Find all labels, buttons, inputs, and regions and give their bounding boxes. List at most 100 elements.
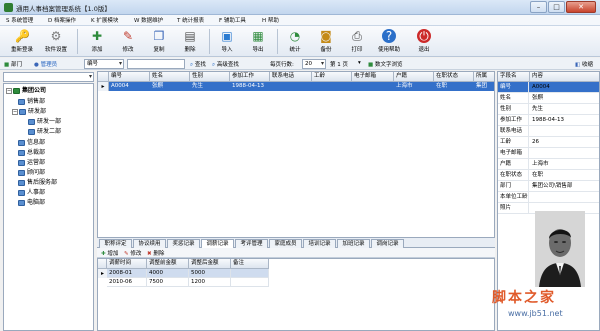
property-value[interactable]: 1988-04-13 <box>530 115 599 126</box>
property-value[interactable]: 上海市 <box>530 159 599 170</box>
salary-cell-date[interactable]: 2008-01 <box>107 269 147 278</box>
property-value[interactable]: 张麒 <box>530 93 599 104</box>
menu-help[interactable]: H 帮助 <box>262 16 279 24</box>
menu-tools[interactable]: F 辅助工具 <box>219 16 246 24</box>
cell-name[interactable]: 张麒 <box>150 82 190 91</box>
property-value[interactable] <box>530 148 599 159</box>
column-header[interactable]: 调薪时间 <box>107 259 147 269</box>
column-header[interactable]: 所属 <box>474 72 494 82</box>
menu-data[interactable]: W 数据维护 <box>134 16 163 24</box>
property-value[interactable]: 在职 <box>530 170 599 181</box>
property-row[interactable]: 在职状态 在职 <box>498 170 599 181</box>
relogin-button[interactable]: 🔑 重新登录 <box>5 28 39 55</box>
salary-cell-before[interactable]: 4000 <box>147 269 189 278</box>
tab-overtime[interactable]: 加班记录 <box>337 239 370 248</box>
salary-cell-after[interactable]: 1200 <box>189 278 231 287</box>
tab-title-review[interactable]: 职称评定 <box>99 239 132 248</box>
salary-cell-note[interactable] <box>231 278 269 287</box>
text-mode-button[interactable]: ■ 数文字浏览 <box>368 60 402 68</box>
column-header[interactable]: 编号 <box>109 72 150 82</box>
column-header[interactable]: 户籍 <box>394 72 434 82</box>
property-row[interactable]: 性别 先生 <box>498 104 599 115</box>
cell-phone[interactable] <box>270 82 312 91</box>
close-button[interactable]: ✕ <box>566 1 596 13</box>
property-value[interactable]: A0004 <box>530 82 599 93</box>
collapse-button[interactable]: ◧ 收缩 <box>575 60 593 68</box>
column-header[interactable]: 电子邮箱 <box>352 72 394 82</box>
property-value[interactable]: 先生 <box>530 104 599 115</box>
page-dropdown-icon[interactable]: ▾ <box>358 60 361 66</box>
cell-work-date[interactable]: 1988-04-13 <box>230 82 270 91</box>
property-value[interactable]: 26 <box>530 137 599 148</box>
tree-item-rnd[interactable]: − 研发部 <box>12 107 46 117</box>
cell-seniority[interactable] <box>312 82 352 91</box>
cell-domicile[interactable]: 上海市 <box>394 82 434 91</box>
export-button[interactable]: ▦ 导出 <box>241 28 275 55</box>
delete-button[interactable]: ▤ 删除 <box>173 28 207 55</box>
property-row[interactable]: 参加工作 1988-04-13 <box>498 115 599 126</box>
tree-item-rnd-2[interactable]: 研发二部 <box>28 127 61 137</box>
org-icon-label[interactable]: ■ 部门 <box>4 60 22 68</box>
tree-item-president[interactable]: 总裁部 <box>18 148 45 158</box>
salary-edit-button[interactable]: ✎ 修改 <box>124 249 141 257</box>
column-header[interactable]: 性别 <box>190 72 230 82</box>
property-row[interactable]: 工龄 26 <box>498 137 599 148</box>
print-button[interactable]: ⎙ 打印 <box>340 28 374 55</box>
exit-button[interactable]: ⏻ 退出 <box>407 28 441 55</box>
column-header[interactable]: 工龄 <box>312 72 352 82</box>
tree-item-info[interactable]: 信息部 <box>18 138 45 148</box>
column-header[interactable]: 调整前金额 <box>147 259 189 269</box>
property-row[interactable]: 部门 集团公司\销售部 <box>498 181 599 192</box>
property-row[interactable]: 编号 A0004 <box>498 82 599 93</box>
property-row[interactable]: 联系电话 <box>498 126 599 137</box>
tab-contract[interactable]: 协议续用 <box>133 239 166 248</box>
cell-email[interactable] <box>352 82 394 91</box>
tab-evaluation[interactable]: 考评管理 <box>235 239 268 248</box>
menu-archive[interactable]: D 档案操作 <box>48 16 76 24</box>
menu-system[interactable]: S 系统管理 <box>6 16 33 24</box>
menu-report[interactable]: T 统计报表 <box>177 16 204 24</box>
search-field-select[interactable]: 编号 <box>84 59 124 69</box>
tree-root[interactable]: − 集团公司 <box>6 86 46 96</box>
cell-gender[interactable]: 先生 <box>190 82 230 91</box>
salary-cell-before[interactable]: 7500 <box>147 278 189 287</box>
minimize-button[interactable]: – <box>530 1 547 13</box>
tree-item-sales[interactable]: 销售部 <box>18 97 45 107</box>
tab-transfer[interactable]: 调岗记录 <box>371 239 404 248</box>
salary-cell-date[interactable]: 2010-06 <box>107 278 147 287</box>
tree-item-aftersales[interactable]: 售后服务部 <box>18 178 57 188</box>
menu-extension[interactable]: K 扩展模块 <box>91 16 118 24</box>
maximize-button[interactable]: □ <box>548 1 565 13</box>
collapse-toggle-icon[interactable]: − <box>12 108 18 115</box>
property-value[interactable]: 集团公司\销售部 <box>530 181 599 192</box>
tab-training[interactable]: 培训记录 <box>303 239 336 248</box>
tree-item-hr[interactable]: 人事部 <box>18 188 45 198</box>
salary-add-button[interactable]: ✚ 增加 <box>101 249 118 257</box>
help-button[interactable]: ? 使用帮助 <box>372 28 406 55</box>
admin-label[interactable]: ● 管理员 <box>34 60 57 68</box>
copy-button[interactable]: ❐ 复制 <box>142 28 176 55</box>
tab-family[interactable]: 家庭成员 <box>269 239 302 248</box>
tab-rewards[interactable]: 奖惩记录 <box>167 239 200 248</box>
edit-button[interactable]: ✎ 修改 <box>111 28 145 55</box>
collapse-toggle-icon[interactable]: − <box>6 87 12 94</box>
rows-per-page-select[interactable]: 20 <box>302 59 326 69</box>
search-button[interactable]: ⌕ 查找 <box>190 60 206 69</box>
property-value[interactable] <box>530 126 599 137</box>
advanced-search-button[interactable]: ⌕ 高级查找 <box>212 60 239 69</box>
cell-status[interactable]: 在职 <box>434 82 474 91</box>
tree-item-computer[interactable]: 电脑部 <box>18 198 45 208</box>
cell-id[interactable]: A0004 <box>109 82 150 91</box>
column-header[interactable]: 调整后金额 <box>189 259 231 269</box>
column-header[interactable]: 参加工作 <box>230 72 270 82</box>
column-header[interactable]: 在职状态 <box>434 72 474 82</box>
property-row[interactable]: 户籍 上海市 <box>498 159 599 170</box>
tree-item-operations[interactable]: 运营部 <box>18 158 45 168</box>
search-input[interactable] <box>127 59 185 69</box>
column-header[interactable]: 姓名 <box>150 72 190 82</box>
org-select[interactable] <box>3 72 94 82</box>
column-header[interactable]: 联系电话 <box>270 72 312 82</box>
property-row[interactable]: 姓名 张麒 <box>498 93 599 104</box>
add-button[interactable]: ✚ 添加 <box>80 28 114 55</box>
settings-button[interactable]: ⚙ 软件设置 <box>39 28 73 55</box>
